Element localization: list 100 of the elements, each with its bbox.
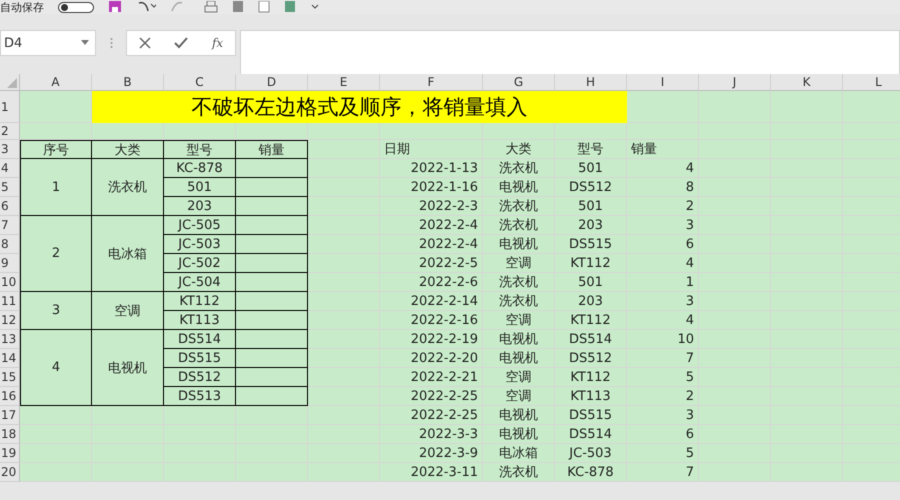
table-cell: 2022-2-19 — [380, 330, 483, 349]
table-cell: 电视机 — [483, 235, 555, 254]
table-cell: 2022-3-3 — [380, 425, 483, 444]
column-header[interactable]: I — [627, 74, 699, 91]
table-cell: 4 — [627, 159, 699, 178]
column-header[interactable]: B — [92, 74, 164, 91]
table-cell: 洗衣机 — [92, 159, 164, 216]
header-cell: 日期 — [380, 140, 483, 159]
autosave-toggle[interactable] — [58, 2, 94, 12]
row-header[interactable]: 6 — [0, 197, 20, 216]
table-cell: 501 — [555, 159, 627, 178]
table-cell: JC-503 — [164, 235, 236, 254]
column-header[interactable]: G — [483, 74, 555, 91]
row-header[interactable]: 12 — [0, 311, 20, 330]
table-cell: 洗衣机 — [483, 197, 555, 216]
table-cell: 501 — [164, 178, 236, 197]
table-cell: KT112 — [555, 368, 627, 387]
column-header[interactable]: L — [843, 74, 900, 91]
print-icon[interactable] — [204, 1, 218, 13]
row-header[interactable]: 20 — [0, 463, 20, 482]
table-cell: 2 — [627, 387, 699, 406]
table-cell: KT112 — [555, 311, 627, 330]
table-cell: 203 — [164, 197, 236, 216]
row-header[interactable]: 1 — [0, 91, 20, 123]
table-cell: DS514 — [164, 330, 236, 349]
table-cell: 2022-2-25 — [380, 406, 483, 425]
table-cell: 2022-2-20 — [380, 349, 483, 368]
table-cell: 10 — [627, 330, 699, 349]
row-header[interactable]: 2 — [0, 123, 20, 140]
caret-icon[interactable] — [81, 40, 89, 46]
row-header[interactable]: 16 — [0, 387, 20, 406]
table-cell: DS512 — [164, 368, 236, 387]
table-cell: 空调 — [483, 311, 555, 330]
table-cell: DS514 — [555, 425, 627, 444]
column-header[interactable]: F — [380, 74, 483, 91]
row-header[interactable]: 15 — [0, 368, 20, 387]
row-header[interactable]: 8 — [0, 235, 20, 254]
table-cell: KT112 — [555, 254, 627, 273]
row-header[interactable]: 4 — [0, 159, 20, 178]
table-cell: 电冰箱 — [483, 444, 555, 463]
grip-icon — [110, 37, 112, 49]
header-cell: 型号 — [164, 140, 236, 159]
table-cell: JC-502 — [164, 254, 236, 273]
column-header[interactable]: K — [771, 74, 843, 91]
square-icon[interactable] — [284, 1, 296, 13]
row-header[interactable]: 10 — [0, 273, 20, 292]
table-cell: 2022-3-11 — [380, 463, 483, 482]
table-cell: 203 — [555, 216, 627, 235]
table-cell: JC-505 — [164, 216, 236, 235]
row-header[interactable]: 7 — [0, 216, 20, 235]
insert-function-button[interactable]: fx — [212, 36, 224, 50]
table-cell: 6 — [627, 425, 699, 444]
table-cell: KC-878 — [164, 159, 236, 178]
empty-cell — [236, 463, 308, 482]
column-header[interactable]: D — [236, 74, 308, 91]
table-cell: KC-878 — [555, 463, 627, 482]
undo-icon[interactable] — [136, 1, 156, 13]
table-cell: 2022-2-16 — [380, 311, 483, 330]
column-header[interactable]: E — [308, 74, 380, 91]
table-cell: 3 — [627, 406, 699, 425]
table-cell: DS513 — [164, 387, 236, 406]
column-header[interactable]: J — [699, 74, 771, 91]
page-icon[interactable] — [258, 1, 270, 13]
table-cell: KT113 — [555, 387, 627, 406]
table-cell: 5 — [627, 444, 699, 463]
column-header[interactable]: C — [164, 74, 236, 91]
table-cell: 洗衣机 — [483, 463, 555, 482]
table-cell: 2 — [627, 197, 699, 216]
column-header[interactable]: A — [20, 74, 92, 91]
check-icon[interactable] — [174, 37, 188, 49]
table-cell: 2022-1-16 — [380, 178, 483, 197]
row-header[interactable]: 9 — [0, 254, 20, 273]
column-header[interactable]: H — [555, 74, 627, 91]
name-box[interactable]: D4 — [0, 30, 96, 56]
table-cell: KT112 — [164, 292, 236, 311]
table-cell: JC-504 — [164, 273, 236, 292]
table-cell: 2022-1-13 — [380, 159, 483, 178]
row-header[interactable]: 14 — [0, 349, 20, 368]
save-icon[interactable] — [108, 1, 122, 13]
table-cell: 电视机 — [483, 406, 555, 425]
row-header[interactable]: 19 — [0, 444, 20, 463]
header-cell: 大类 — [483, 140, 555, 159]
row-header[interactable]: 17 — [0, 406, 20, 425]
table-cell: 5 — [627, 368, 699, 387]
row-header[interactable]: 13 — [0, 330, 20, 349]
table-cell: JC-503 — [555, 444, 627, 463]
row-header[interactable]: 3 — [0, 140, 20, 159]
table-cell: 电视机 — [92, 330, 164, 406]
table-cell: 8 — [627, 178, 699, 197]
row-header[interactable]: 5 — [0, 178, 20, 197]
row-header[interactable]: 11 — [0, 292, 20, 311]
table-cell: 洗衣机 — [483, 159, 555, 178]
cancel-icon[interactable] — [138, 37, 151, 49]
row-header[interactable]: 18 — [0, 425, 20, 444]
table-cell: 空调 — [483, 368, 555, 387]
table-cell: 3 — [20, 292, 92, 330]
table-cell: DS514 — [555, 330, 627, 349]
table-cell: 2022-2-21 — [380, 368, 483, 387]
table-cell: 电视机 — [483, 330, 555, 349]
autosave-label: 自动保存 — [0, 0, 44, 14]
